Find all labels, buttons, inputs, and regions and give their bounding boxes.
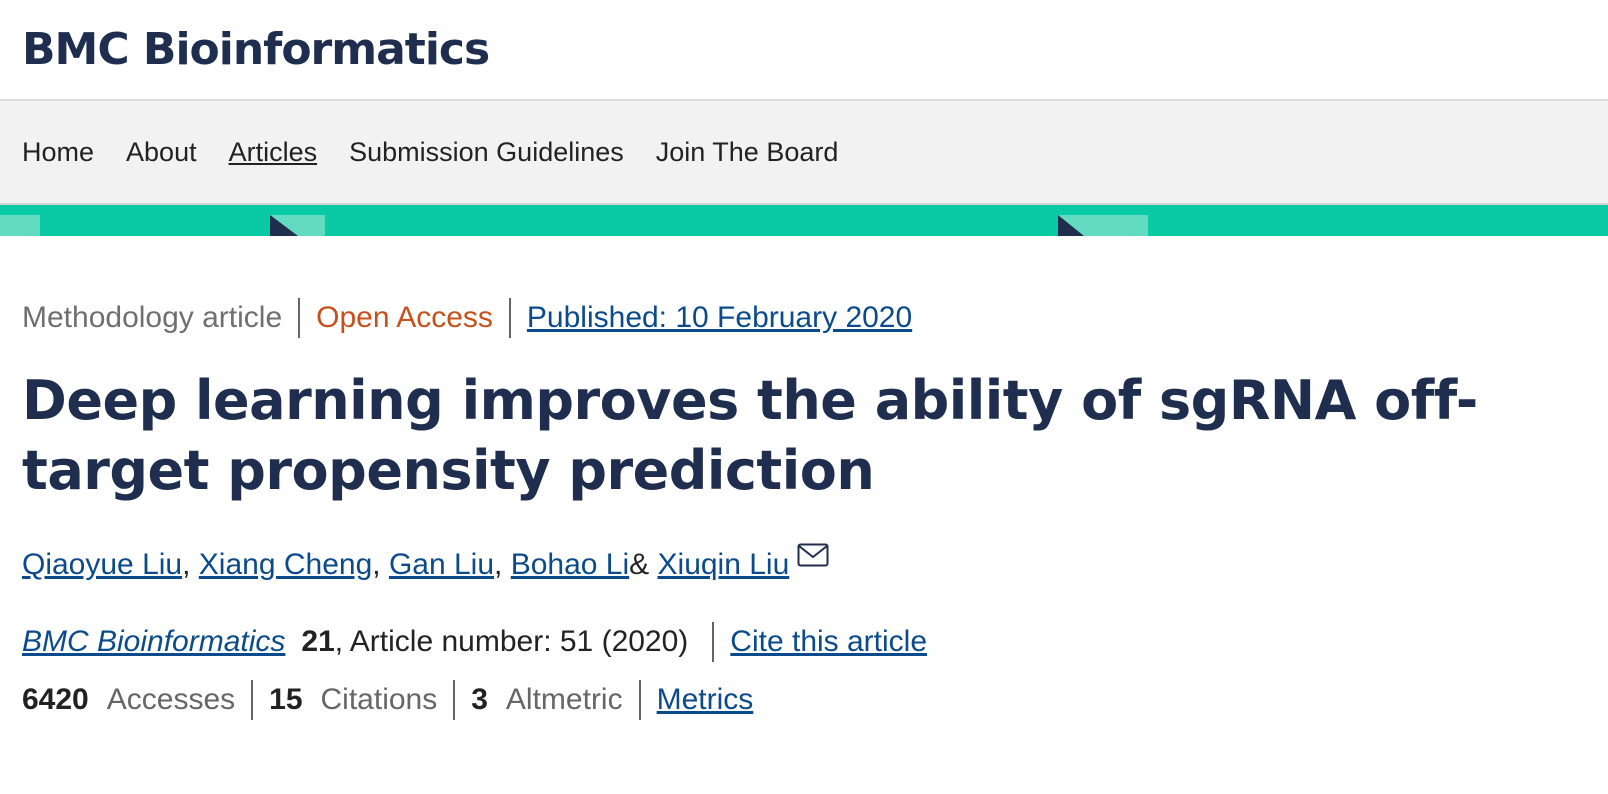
journal-logo-title[interactable]: BMC Bioinformatics — [22, 24, 490, 75]
article-title: Deep learning improves the ability of sg… — [22, 369, 1478, 502]
metrics-line: 6420 Accesses 15 Citations 3 Altmetric M… — [22, 678, 1608, 722]
divider — [453, 680, 456, 720]
cite-this-article-link[interactable]: Cite this article — [730, 625, 927, 659]
article-number: , Article number: 51 (2020) — [334, 625, 689, 658]
author-link[interactable]: Xiang Cheng — [199, 548, 372, 582]
nav-item-submission-guidelines[interactable]: Submission Guidelines — [349, 137, 624, 168]
divider — [251, 680, 254, 720]
divider — [712, 622, 715, 662]
article-header: Methodology article Open Access Publishe… — [0, 296, 1608, 722]
author-link[interactable]: Qiaoyue Liu — [22, 548, 182, 582]
citation-line: BMC Bioinformatics 21 , Article number: … — [22, 620, 1608, 664]
nav-item-about[interactable]: About — [126, 137, 197, 168]
journal-link[interactable]: BMC Bioinformatics — [22, 625, 285, 659]
author-separator: , — [494, 548, 503, 581]
article-meta-line: Methodology article Open Access Publishe… — [22, 296, 1608, 340]
citations-label: Citations — [320, 683, 438, 716]
author-link[interactable]: Gan Liu — [389, 548, 494, 582]
accesses-label: Accesses — [106, 683, 236, 716]
citations-count: 15 — [269, 683, 303, 716]
altmetric-label: Altmetric — [505, 683, 623, 716]
open-access-badge: Open Access — [316, 301, 493, 334]
nav-item-join-the-board[interactable]: Join The Board — [656, 137, 839, 168]
divider — [508, 298, 511, 338]
author-link[interactable]: Bohao Li — [511, 548, 629, 582]
accesses-count: 6420 — [22, 683, 89, 716]
author-separator: , — [182, 548, 191, 581]
author-separator: , — [372, 548, 381, 581]
altmetric-count: 3 — [471, 683, 488, 716]
metrics-link[interactable]: Metrics — [657, 683, 754, 717]
volume-number: 21 — [301, 625, 335, 658]
decorative-accent-stripe — [0, 205, 1608, 236]
main-navigation: Home About Articles Submission Guideline… — [0, 101, 1608, 205]
author-list: Qiaoyue Liu, Xiang Cheng, Gan Liu, Bohao… — [22, 543, 1608, 582]
divider — [638, 680, 641, 720]
stripe-pattern-graphic — [0, 215, 1148, 236]
nav-item-home[interactable]: Home — [22, 137, 94, 168]
author-link[interactable]: Xiuqin Liu — [658, 548, 790, 582]
author-separator: & — [629, 548, 650, 581]
article-type: Methodology article — [22, 301, 283, 334]
divider — [298, 298, 301, 338]
nav-item-articles[interactable]: Articles — [229, 137, 318, 168]
envelope-icon[interactable] — [797, 541, 829, 575]
masthead: BMC Bioinformatics — [0, 0, 1608, 101]
published-date-link[interactable]: Published: 10 February 2020 — [527, 301, 912, 335]
